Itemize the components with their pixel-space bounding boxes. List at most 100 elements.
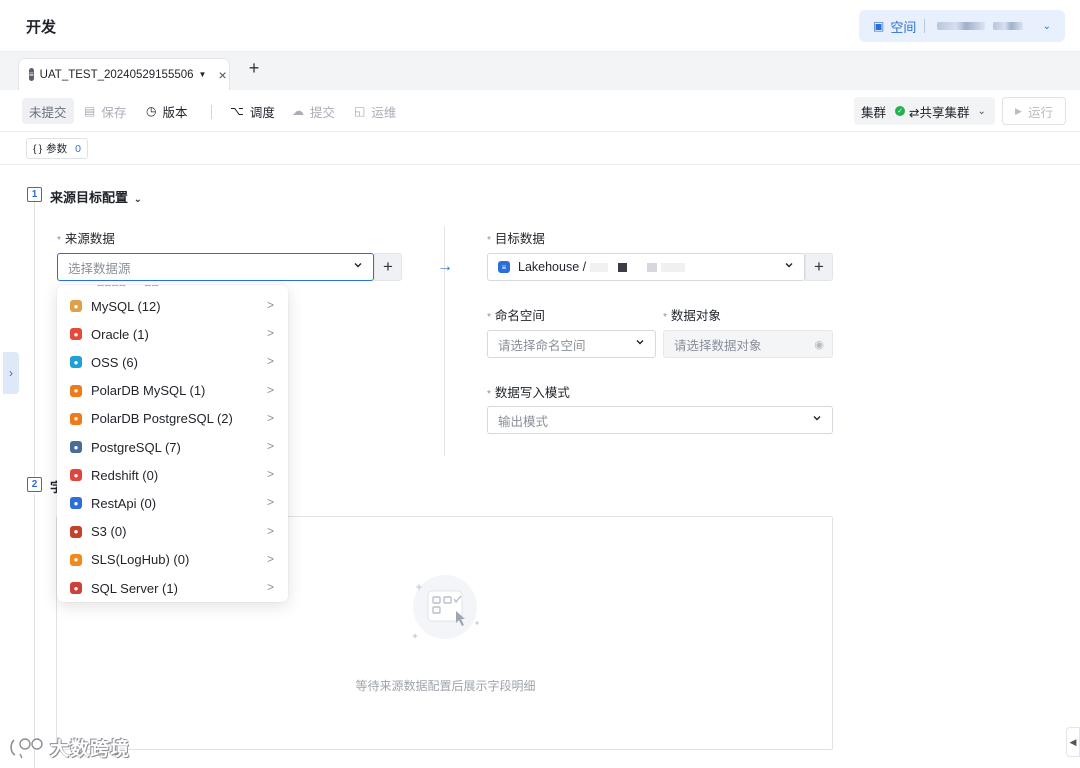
object-placeholder: 请选择数据对象 [674,338,762,353]
redacted-text [647,262,658,272]
section1-number: 1 [27,187,42,202]
save-label: 保存 [101,105,127,120]
caret-left-icon: ◀ [1069,736,1077,747]
tab-uat-test[interactable]: ≡ UAT_TEST_20240529155506 ▼ × [18,58,230,90]
datasource-option[interactable]: ● RestApi (0) > [57,489,288,517]
target-select[interactable]: ≡ Lakehouse / [487,253,805,281]
write-mode-placeholder: 输出模式 [498,414,549,429]
object-label: * 数据对象 [663,305,721,324]
redacted-text [590,262,609,272]
source-placeholder: 选择数据源 [68,261,131,276]
datasource-option-label: SQL Server (1) [91,580,178,596]
mysql-icon: ● [70,300,82,312]
datasource-option-label: RestApi (0) [91,495,157,511]
chevron-right-icon: > [266,298,274,312]
ops-button[interactable]: ◱ 运维 [354,99,396,123]
caret-down-icon[interactable]: ▼ [199,70,207,79]
datasource-option-label: Oracle (1) [91,326,149,342]
source-label: * 来源数据 [57,228,115,247]
history-icon: ◷ [146,104,157,118]
page-title: 开发 [26,19,57,36]
left-panel-toggle[interactable]: › [3,352,19,394]
cluster-selector[interactable]: 集群 ✓ ⇄共享集群 ⌄ [854,97,995,125]
chevron-right-icon: > [266,551,274,566]
schedule-button[interactable]: ⌥ 调度 [230,99,275,123]
schedule-label: 调度 [249,105,275,120]
datasource-option-label: MySQL (12) [91,298,161,314]
ops-label: 运维 [371,105,397,120]
toolbar-divider [211,105,212,119]
arrow-right-icon: → [437,258,453,275]
datasource-option-label: Redshift (0) [91,467,159,483]
redacted-text [661,262,686,272]
toolbar: 未提交 ▤ 保存 ◷ 版本 ⌥ 调度 ☁ 提交 ◱ 运维 集群 ✓ ⇄共享集群 … [0,90,1080,132]
datasource-option[interactable]: ● Redshift (0) > [57,461,288,489]
top-header: 开发 ▣ 空间 ⌄ [0,0,1080,52]
source-label-text: 来源数据 [64,232,115,246]
space-selector[interactable]: ▣ 空间 ⌄ [859,10,1065,42]
datasource-option[interactable]: ● OSS (6) > [57,348,288,376]
polardb-mysql-icon: ● [70,384,82,397]
add-target-button[interactable]: + [805,253,833,281]
cluster-label: 集群 [861,105,887,120]
close-icon[interactable]: × [218,67,226,83]
space-label: 空间 [890,19,917,35]
source-select[interactable]: 选择数据源 [57,253,374,281]
namespace-label-text: 命名空间 [494,309,545,323]
required-mark: * [487,235,491,246]
sync-task-icon: ≡ [29,68,34,81]
lakehouse-icon: ≡ [498,261,510,273]
required-mark: * [487,389,491,400]
namespace-select[interactable]: 请选择命名空间 [487,330,656,358]
chevron-down-icon: ⌄ [977,105,986,117]
chevron-down-icon [354,263,362,268]
space-icon: ▣ [873,19,885,33]
ops-icon: ◱ [354,104,366,118]
add-tab-button[interactable]: + [244,58,264,79]
save-icon: ▤ [84,104,96,118]
datasource-option[interactable]: ● SQL Server (1) > [57,574,288,602]
namespace-label: * 命名空间 [487,305,545,324]
datasource-option[interactable]: ● PostgreSQL (7) > [57,433,288,461]
datasource-option[interactable]: ● SLS(LogHub) (0) > [57,546,288,574]
params-count: 0 [75,142,81,155]
datasource-option-label: S3 (0) [91,524,127,540]
datasource-dropdown: ⌢⌢⌢⌢ ⌢⌢ ● MySQL (12) > ● Oracle (1) > ● OSS (6)… [57,285,288,602]
run-button[interactable]: ▶ 运行 [1002,97,1066,125]
datasource-option[interactable]: ● S3 (0) > [57,518,288,546]
chevron-right-icon: > [266,354,274,369]
chevron-right-icon: › [9,366,13,380]
save-button[interactable]: ▤ 保存 [84,99,126,123]
eye-icon[interactable]: ◉ [814,338,824,351]
object-select[interactable]: 请选择数据对象 ◉ [663,330,833,358]
section1-title[interactable]: 来源目标配置 ⌄ [50,187,142,206]
target-label: * 目标数据 [487,228,545,247]
submit-button[interactable]: ☁ 提交 [292,99,335,123]
cluster-value: ⇄共享集群 [909,105,970,120]
version-button[interactable]: ◷ 版本 [146,99,188,123]
datasource-option[interactable]: ● PolarDB MySQL (1) > [57,377,288,405]
required-mark: * [57,235,61,246]
write-mode-select[interactable]: 输出模式 [487,406,833,434]
right-panel-toggle[interactable]: ◀ [1066,727,1080,757]
chevron-right-icon: > [266,495,274,510]
write-mode-label: * 数据写入模式 [487,382,570,401]
target-label-text: 目标数据 [494,232,545,246]
oracle-icon: ● [70,328,82,341]
datasource-option[interactable]: ● Oracle (1) > [57,320,288,348]
chevron-right-icon: > [266,580,274,594]
watermark: 大数跨境 [8,732,130,762]
section1-line [34,202,35,480]
version-label: 版本 [162,105,188,120]
datasource-option[interactable]: ● MySQL (12) > [57,292,288,320]
add-source-button[interactable]: + [374,253,402,281]
datasource-option-label: OSS (6) [91,354,138,370]
restapi-icon: ● [70,497,82,510]
section2-number: 2 [27,477,42,492]
check-circle-icon: ✓ [895,106,906,116]
watermark-text: 大数跨境 [50,738,131,760]
params-button[interactable]: { } 参数 0 [26,138,88,159]
chevron-right-icon: > [266,467,274,482]
datasource-option[interactable]: ● PolarDB PostgreSQL (2) > [57,405,288,433]
target-value: Lakehouse / [518,260,587,274]
